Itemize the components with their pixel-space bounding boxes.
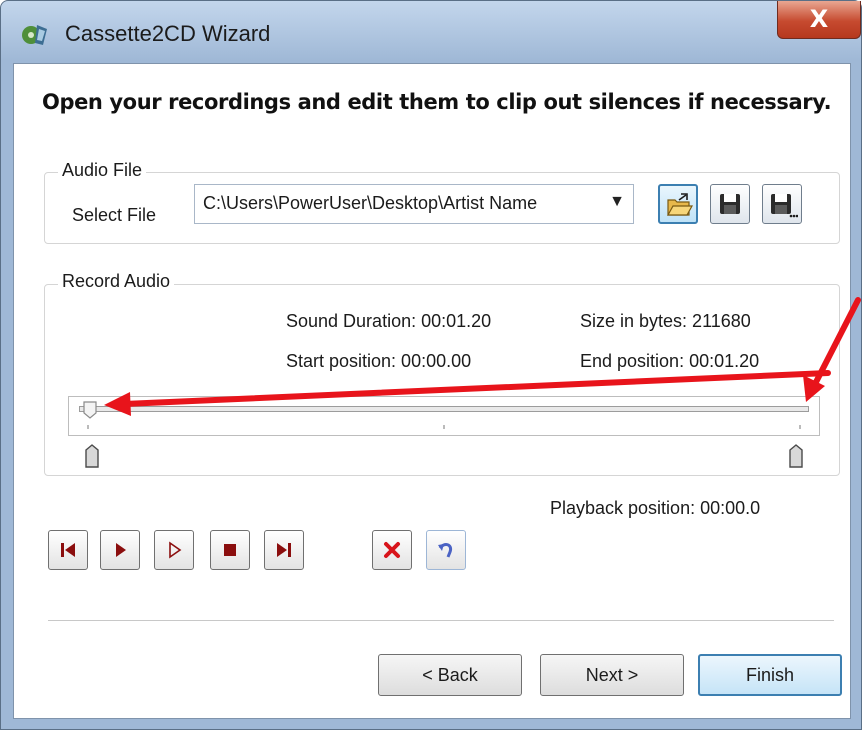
play-selection-icon (169, 541, 182, 559)
save-as-button[interactable] (762, 184, 802, 224)
undo-icon (438, 543, 453, 558)
next-button[interactable]: Next > (540, 654, 684, 696)
go-to-start-icon (61, 543, 75, 557)
file-path-value: C:\Users\PowerUser\Desktop\Artist Name (203, 193, 538, 213)
open-folder-icon (666, 193, 693, 216)
audio-file-group-label: Audio File (58, 160, 147, 181)
finish-button[interactable]: Finish (698, 654, 842, 696)
go-to-end-icon (277, 543, 291, 557)
go-to-end-button[interactable] (264, 530, 304, 570)
play-icon (116, 543, 126, 557)
app-icon (22, 25, 47, 45)
track-tick (443, 425, 445, 429)
play-button[interactable] (100, 530, 140, 570)
end-position-label: End position: 00:01.20 (580, 351, 760, 371)
delete-icon (384, 542, 400, 558)
close-icon: X (809, 5, 829, 33)
delete-selection-button[interactable] (372, 530, 412, 570)
close-button[interactable]: X (777, 1, 861, 39)
track-tick (799, 425, 801, 429)
play-selection-button[interactable] (154, 530, 194, 570)
open-file-button[interactable] (658, 184, 698, 224)
track-tick (87, 425, 89, 429)
window-title: Cassette2CD Wizard (65, 21, 271, 46)
wizard-window: Cassette2CD Wizard X Open your recording… (0, 0, 862, 730)
start-marker[interactable] (84, 444, 100, 468)
record-audio-group-label: Record Audio (58, 271, 175, 292)
wizard-page: Open your recordings and edit them to cl… (13, 63, 851, 719)
size-in-bytes-label: Size in bytes: 211680 (580, 311, 751, 331)
sound-duration-label: Sound Duration: 00:01.20 (286, 311, 492, 331)
position-slider[interactable] (79, 406, 809, 412)
playback-slider-thumb[interactable] (83, 401, 97, 419)
floppy-disk-more-icon (771, 194, 798, 218)
save-file-button[interactable] (710, 184, 750, 224)
start-position-label: Start position: 00:00.00 (286, 351, 472, 371)
playback-position-label: Playback position: 00:00.0 (550, 498, 761, 518)
waveform-track[interactable] (68, 396, 820, 436)
select-file-label: Select File (72, 205, 157, 225)
file-path-combobox[interactable]: C:\Users\PowerUser\Desktop\Artist Name ▼ (194, 184, 634, 224)
undo-button[interactable] (426, 530, 466, 570)
back-button[interactable]: < Back (378, 654, 522, 696)
go-to-start-button[interactable] (48, 530, 88, 570)
title-bar[interactable]: Cassette2CD Wizard X (1, 1, 861, 63)
page-heading: Open your recordings and edit them to cl… (42, 90, 832, 114)
stop-icon (224, 544, 236, 556)
stop-button[interactable] (210, 530, 250, 570)
divider (48, 620, 834, 621)
floppy-disk-icon (720, 194, 740, 214)
chevron-down-icon[interactable]: ▼ (609, 193, 625, 211)
end-marker[interactable] (788, 444, 804, 468)
